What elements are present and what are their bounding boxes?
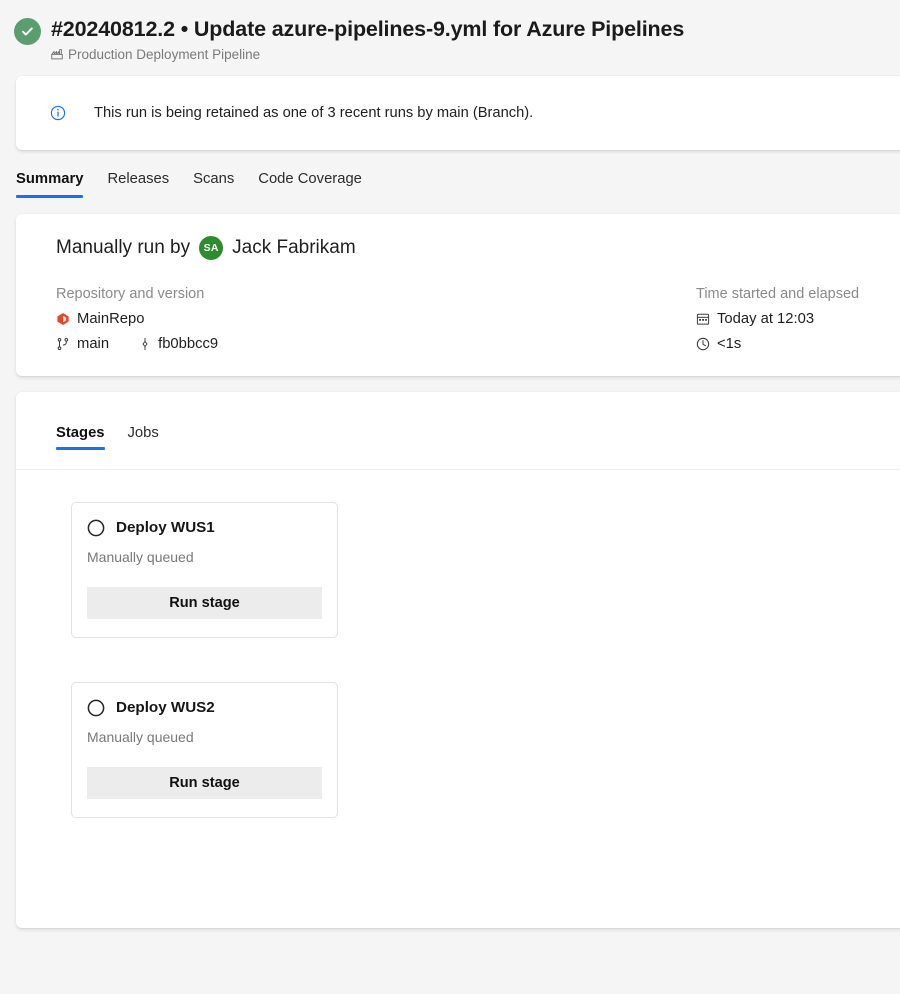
- time-elapsed-value: <1s: [717, 335, 742, 352]
- page-title: #20240812.2 • Update azure-pipelines-9.y…: [51, 17, 685, 41]
- primary-tabbar: Summary Releases Scans Code Coverage: [0, 150, 900, 198]
- stages-card: Stages Jobs Deploy WUS1 Manually queued …: [16, 391, 900, 928]
- stages-tabbar: Stages Jobs: [16, 414, 900, 450]
- calendar-icon: [696, 312, 710, 326]
- run-meta-grid: Repository and version MainRepo main fb0…: [16, 286, 900, 352]
- tab-jobs[interactable]: Jobs: [128, 425, 159, 450]
- time-column: Time started and elapsed Today at 12:03: [696, 286, 900, 352]
- repository-row[interactable]: MainRepo: [56, 311, 696, 327]
- retention-info-banner: This run is being retained as one of 3 r…: [16, 75, 900, 150]
- stage-card[interactable]: Deploy WUS1 Manually queued Run stage: [71, 501, 338, 638]
- time-started-value: Today at 12:03: [717, 310, 815, 327]
- commit-sha[interactable]: fb0bbcc9: [158, 336, 218, 352]
- tab-code-coverage[interactable]: Code Coverage: [258, 171, 362, 198]
- page-header: #20240812.2 • Update azure-pipelines-9.y…: [0, 0, 900, 76]
- tab-summary[interactable]: Summary: [16, 171, 84, 198]
- time-elapsed-row: <1s: [696, 336, 900, 352]
- tab-scans[interactable]: Scans: [193, 171, 234, 198]
- run-stage-button[interactable]: Run stage: [87, 766, 322, 799]
- pipeline-icon: [51, 48, 63, 60]
- clock-icon: [696, 337, 710, 351]
- stage-status-text: Manually queued: [87, 548, 194, 565]
- branch-icon: [56, 337, 70, 351]
- commit-group[interactable]: fb0bbcc9: [139, 336, 218, 352]
- run-stage-button[interactable]: Run stage: [87, 586, 322, 619]
- stage-header: Deploy WUS2: [87, 699, 322, 717]
- repository-label: Repository and version: [56, 285, 205, 302]
- branch-group[interactable]: main: [56, 336, 109, 352]
- avatar[interactable]: SA: [199, 235, 224, 260]
- header-texts: #20240812.2 • Update azure-pipelines-9.y…: [51, 16, 684, 62]
- stage-status-text: Manually queued: [87, 728, 194, 745]
- check-circle-icon: [14, 18, 41, 45]
- repository-column: Repository and version MainRepo main fb0…: [56, 286, 696, 352]
- run-summary-card: Manually run by SA Jack Fabrikam Reposit…: [16, 213, 900, 376]
- version-row: main fb0bbcc9: [56, 336, 696, 352]
- tab-releases[interactable]: Releases: [107, 171, 169, 198]
- info-circle-icon: [50, 105, 66, 121]
- stage-name[interactable]: Deploy WUS1: [116, 519, 215, 536]
- azure-repos-icon: [56, 312, 70, 326]
- header-row: #20240812.2 • Update azure-pipelines-9.y…: [14, 16, 900, 62]
- pipeline-subtitle: Production Deployment Pipeline: [51, 47, 684, 62]
- tab-stages[interactable]: Stages: [56, 425, 105, 450]
- time-label: Time started and elapsed: [696, 285, 860, 302]
- pending-circle-icon: [87, 519, 105, 537]
- branch-name[interactable]: main: [77, 336, 109, 352]
- stage-name[interactable]: Deploy WUS2: [116, 699, 215, 716]
- run-by-prefix: Manually run by: [56, 236, 191, 258]
- run-by-name[interactable]: Jack Fabrikam: [232, 237, 356, 259]
- commit-icon: [139, 337, 151, 351]
- pipeline-name[interactable]: Production Deployment Pipeline: [68, 47, 260, 62]
- retention-message: This run is being retained as one of 3 r…: [94, 104, 534, 121]
- pending-circle-icon: [87, 699, 105, 717]
- stage-card[interactable]: Deploy WUS2 Manually queued Run stage: [71, 681, 338, 818]
- time-started-row: Today at 12:03: [696, 311, 900, 327]
- repository-name[interactable]: MainRepo: [77, 311, 144, 327]
- stage-header: Deploy WUS1: [87, 519, 322, 537]
- stage-list: Deploy WUS1 Manually queued Run stage De…: [16, 470, 900, 818]
- run-by-row: Manually run by SA Jack Fabrikam: [16, 235, 900, 260]
